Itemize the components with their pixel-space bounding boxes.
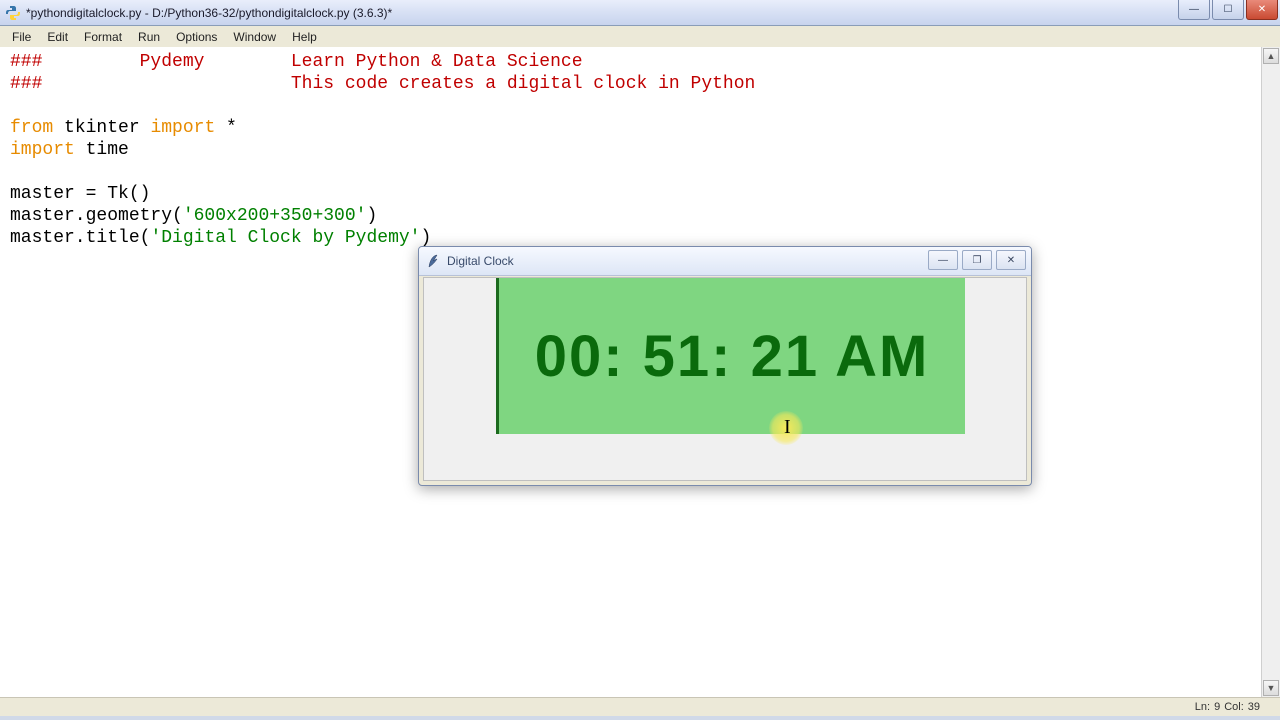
clock-window-title: Digital Clock xyxy=(447,254,514,268)
code-string-geometry: '600x200+350+300' xyxy=(183,206,367,226)
window-titlebar[interactable]: *pythondigitalclock.py - D:/Python36-32/… xyxy=(0,0,1280,26)
code-line-title-b: ) xyxy=(420,228,431,248)
vertical-scrollbar[interactable]: ▲ ▼ xyxy=(1261,47,1280,698)
menu-bar: File Edit Format Run Options Window Help xyxy=(0,26,1280,49)
clock-minimize-button[interactable]: — xyxy=(928,250,958,270)
code-keyword-import-1: import xyxy=(150,118,215,138)
menu-help[interactable]: Help xyxy=(284,28,325,46)
menu-format[interactable]: Format xyxy=(76,28,130,46)
close-icon: ✕ xyxy=(1258,4,1266,15)
minimize-button[interactable]: — xyxy=(1178,0,1210,20)
code-module-time: time xyxy=(75,140,129,160)
window-title: *pythondigitalclock.py - D:/Python36-32/… xyxy=(26,6,392,20)
maximize-button[interactable]: ☐ xyxy=(1212,0,1244,20)
code-keyword-from: from xyxy=(10,118,53,138)
status-line-value: 9 xyxy=(1214,701,1220,713)
menu-file[interactable]: File xyxy=(4,28,39,46)
clock-display-panel: 00: 51: 21 AM I xyxy=(496,278,965,434)
close-icon: ✕ xyxy=(1007,255,1015,266)
python-app-icon xyxy=(5,5,21,21)
chevron-up-icon: ▲ xyxy=(1267,51,1276,61)
menu-window[interactable]: Window xyxy=(225,28,284,46)
code-comment-line-1: ### Pydemy Learn Python & Data Science xyxy=(10,52,583,72)
code-string-title: 'Digital Clock by Pydemy' xyxy=(150,228,420,248)
digital-clock-window[interactable]: Digital Clock — ❐ ✕ 00: 51: 21 AM I xyxy=(418,246,1032,486)
clock-body: 00: 51: 21 AM I xyxy=(423,277,1027,481)
clock-maximize-button[interactable]: ❐ xyxy=(962,250,992,270)
code-line-geometry-b: ) xyxy=(366,206,377,226)
cursor-highlight xyxy=(769,411,803,445)
status-col-value: 39 xyxy=(1248,701,1260,713)
code-comment-line-2: ### This code creates a digital clock in… xyxy=(10,74,755,94)
menu-run[interactable]: Run xyxy=(130,28,168,46)
tk-feather-icon xyxy=(425,253,441,269)
menu-edit[interactable]: Edit xyxy=(39,28,76,46)
clock-close-button[interactable]: ✕ xyxy=(996,250,1026,270)
maximize-icon: ☐ xyxy=(1224,4,1233,15)
clock-window-controls: — ❐ ✕ xyxy=(928,250,1026,270)
code-module-tkinter: tkinter xyxy=(53,118,150,138)
scroll-down-button[interactable]: ▼ xyxy=(1263,680,1279,696)
clock-time-text: 00: 51: 21 AM xyxy=(535,323,930,390)
code-keyword-import-2: import xyxy=(10,140,75,160)
scroll-up-button[interactable]: ▲ xyxy=(1263,48,1279,64)
clock-titlebar[interactable]: Digital Clock — ❐ ✕ xyxy=(419,247,1031,276)
window-controls: — ☐ ✕ xyxy=(1178,0,1278,20)
close-button[interactable]: ✕ xyxy=(1246,0,1278,20)
code-import-star: * xyxy=(215,118,237,138)
code-line-master-tk: master = Tk() xyxy=(10,184,150,204)
text-cursor-icon: I xyxy=(784,416,791,439)
chevron-down-icon: ▼ xyxy=(1267,683,1276,693)
status-bar: Ln: 9 Col: 39 xyxy=(0,697,1280,716)
minimize-icon: — xyxy=(1189,4,1199,15)
code-line-title-a: master.title( xyxy=(10,228,150,248)
maximize-icon: ❐ xyxy=(973,255,982,266)
status-line-label: Ln: xyxy=(1195,701,1210,713)
code-line-geometry-a: master.geometry( xyxy=(10,206,183,226)
status-col-label: Col: xyxy=(1224,701,1244,713)
menu-options[interactable]: Options xyxy=(168,28,225,46)
minimize-icon: — xyxy=(938,255,948,266)
